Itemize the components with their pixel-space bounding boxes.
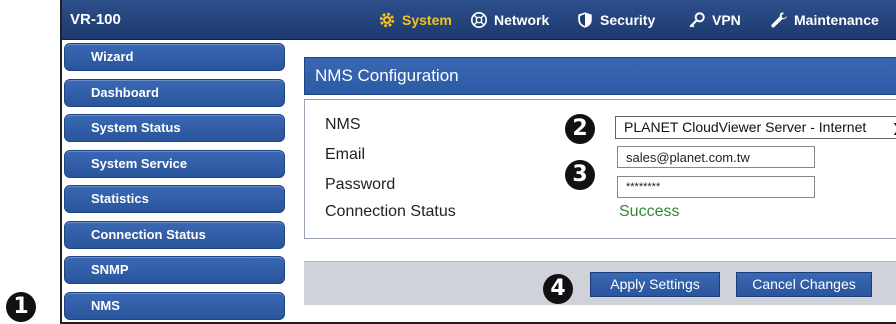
- nav-maintenance[interactable]: Maintenance: [770, 9, 879, 31]
- callout-badge-1: 1: [6, 292, 36, 322]
- nms-label: NMS: [325, 116, 361, 133]
- shield-icon: [578, 12, 592, 28]
- nav-security[interactable]: Security: [576, 9, 655, 31]
- sidebar-item-system-service[interactable]: System Service: [64, 150, 285, 178]
- callout-badge-2: 2: [565, 114, 595, 144]
- nav-network-label: Network: [494, 12, 550, 28]
- top-navigation-bar: VR-100 System Network Security VPN Maint…: [62, 0, 896, 40]
- key-icon: [689, 12, 705, 28]
- action-bar: Apply Settings Cancel Changes: [304, 261, 896, 305]
- device-model: VR-100: [70, 11, 121, 28]
- nms-config-form: NMS PLANET CloudViewer Server - Internet…: [304, 99, 896, 239]
- password-label: Password: [325, 176, 396, 193]
- password-field[interactable]: ********: [617, 176, 815, 198]
- connection-status-value: Success: [619, 203, 680, 220]
- sidebar-item-statistics[interactable]: Statistics: [64, 185, 285, 213]
- nav-vpn-label: VPN: [712, 12, 741, 28]
- sidebar-item-snmp[interactable]: SNMP: [64, 256, 285, 284]
- router-ui-window: VR-100 System Network Security VPN Maint…: [60, 0, 896, 324]
- wrench-icon: [771, 12, 787, 28]
- callout-badge-3: 3: [565, 160, 595, 190]
- nav-system[interactable]: System: [378, 9, 452, 31]
- chevron-down-icon: ❯: [892, 118, 896, 139]
- nav-system-label: System: [402, 12, 452, 28]
- connection-status-label: Connection Status: [325, 203, 456, 220]
- cancel-changes-button[interactable]: Cancel Changes: [736, 272, 872, 297]
- gear-icon: [379, 12, 395, 28]
- nav-vpn[interactable]: VPN: [688, 9, 741, 31]
- email-field[interactable]: [617, 146, 815, 168]
- nms-server-select-value: PLANET CloudViewer Server - Internet: [624, 119, 867, 135]
- sidebar-item-dashboard[interactable]: Dashboard: [64, 79, 285, 107]
- nav-network[interactable]: Network: [470, 9, 549, 31]
- sidebar-item-nms[interactable]: NMS: [64, 292, 285, 320]
- callout-badge-4: 4: [543, 274, 573, 304]
- sidebar-item-wizard[interactable]: Wizard: [64, 43, 285, 71]
- network-icon: [470, 11, 488, 29]
- apply-settings-button[interactable]: Apply Settings: [590, 272, 720, 297]
- email-label: Email: [325, 146, 366, 163]
- sidebar-item-connection-status[interactable]: Connection Status: [64, 221, 285, 249]
- nav-maintenance-label: Maintenance: [794, 12, 879, 28]
- nav-security-label: Security: [600, 12, 656, 28]
- sidebar-item-system-status[interactable]: System Status: [64, 114, 285, 142]
- panel-title: NMS Configuration: [304, 57, 896, 95]
- nms-server-select[interactable]: PLANET CloudViewer Server - Internet ❯: [615, 116, 896, 139]
